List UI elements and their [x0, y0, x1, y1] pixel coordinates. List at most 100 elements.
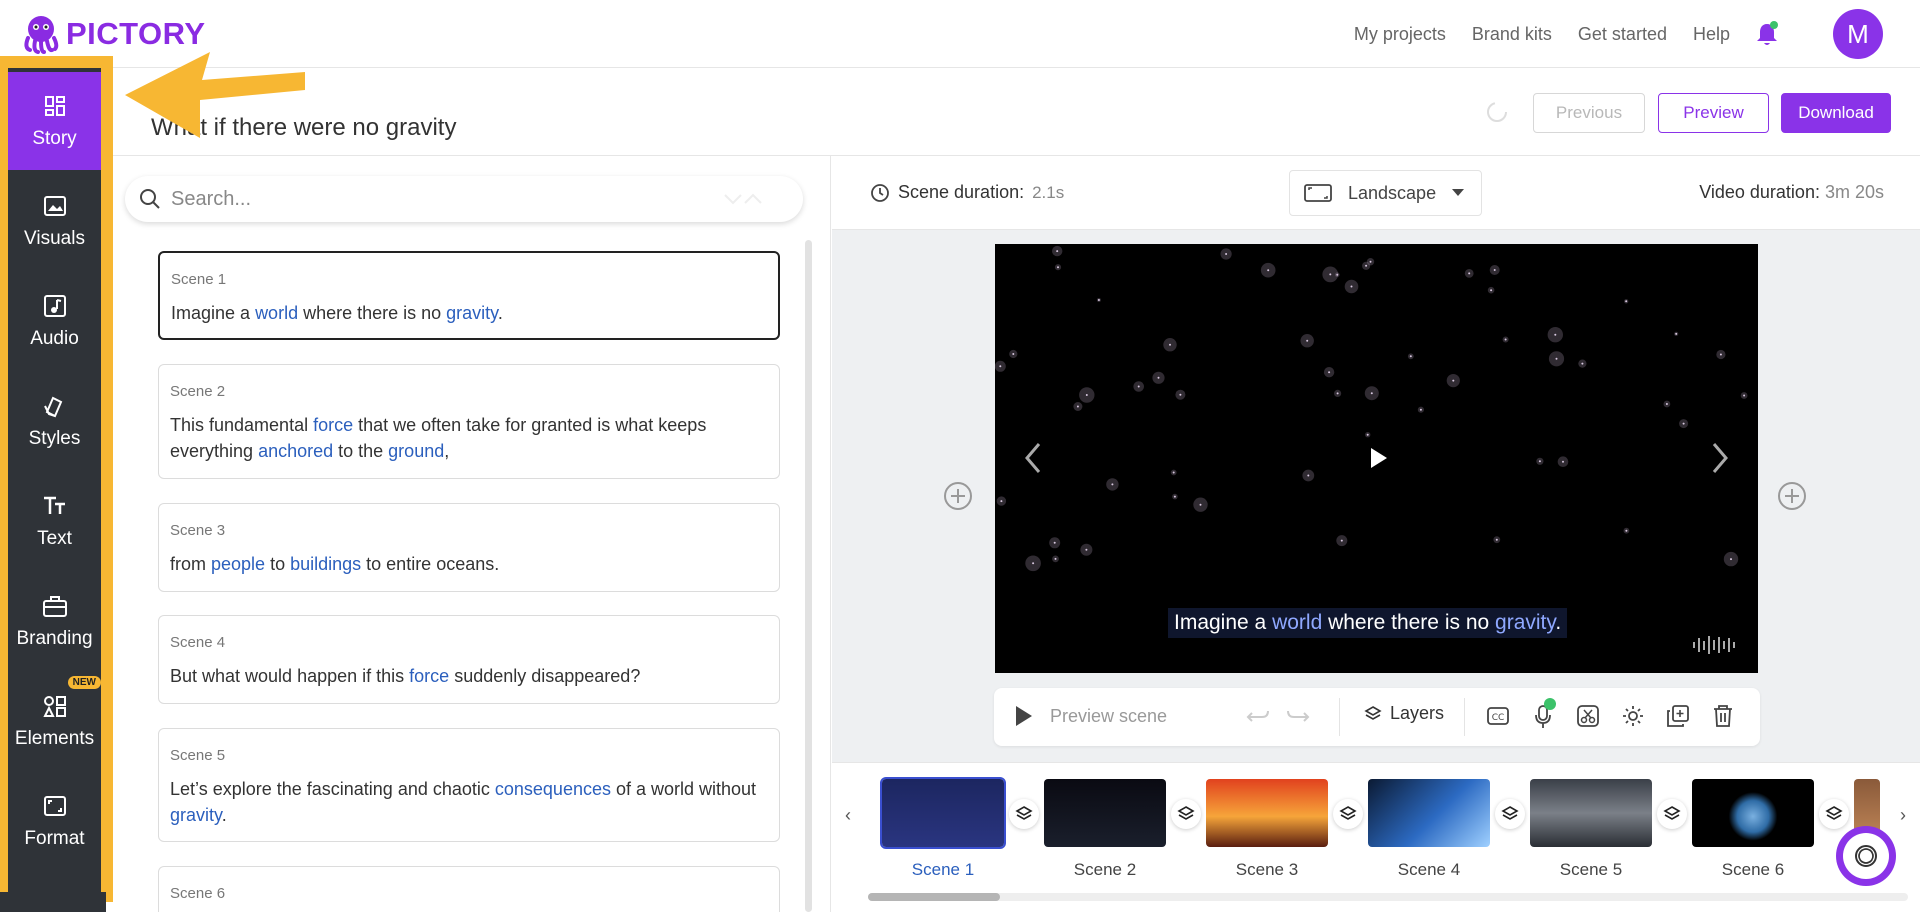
chevron-right-icon[interactable]	[1704, 440, 1734, 476]
timeline-scrollbar[interactable]	[868, 893, 1908, 901]
timeline-prev-icon[interactable]: ‹	[845, 805, 851, 826]
app-root: PICTORY My projects Brand kits Get start…	[0, 0, 1920, 912]
sidebar-item-text[interactable]: Text	[8, 472, 101, 570]
sidebar-item-styles[interactable]: Styles	[8, 372, 101, 470]
layers-icon	[1015, 806, 1033, 820]
preview-scene-button[interactable]: Preview scene	[1010, 703, 1167, 729]
scissors-icon[interactable]	[1575, 703, 1601, 729]
gear-icon[interactable]	[1620, 703, 1646, 729]
timeline-scene-label[interactable]: Scene 6	[1692, 860, 1814, 880]
nav-get-started[interactable]: Get started	[1578, 24, 1667, 45]
timeline-scene-label[interactable]: Scene 2	[1044, 860, 1166, 880]
video-duration-value: 3m 20s	[1824, 182, 1884, 202]
timeline-scene-label[interactable]: Scene 1	[882, 860, 1004, 880]
timeline-thumbnail[interactable]	[1044, 779, 1166, 847]
text-segment: to the	[333, 441, 389, 461]
nav-my-projects[interactable]: My projects	[1354, 24, 1446, 45]
keyword-highlight[interactable]: gravity	[170, 805, 222, 825]
keyword-highlight[interactable]: world	[1272, 611, 1322, 634]
nav-help[interactable]: Help	[1693, 24, 1730, 45]
redo-icon[interactable]	[1284, 703, 1312, 729]
editor-header: Scene duration: 2.1s Landscape Video dur…	[832, 156, 1920, 230]
scene-card[interactable]: Scene 6	[158, 866, 780, 912]
scene-card[interactable]: Scene 4 But what would happen if this fo…	[158, 615, 780, 704]
transition-button[interactable]	[1009, 799, 1039, 829]
closed-captions-icon[interactable]: CC	[1485, 703, 1511, 729]
keyword-highlight[interactable]: force	[409, 666, 449, 686]
octopus-logo-icon	[24, 16, 59, 54]
duplicate-icon[interactable]	[1665, 703, 1691, 729]
bell-icon[interactable]	[1754, 20, 1780, 48]
keyword-highlight[interactable]: people	[211, 554, 265, 574]
trash-icon[interactable]	[1710, 703, 1736, 729]
transition-button[interactable]	[1333, 799, 1363, 829]
scene-text[interactable]: Let’s explore the fascinating and chaoti…	[170, 776, 768, 828]
sidebar-item-visuals[interactable]: Visuals	[8, 172, 101, 270]
preview-button[interactable]: Preview	[1658, 93, 1769, 133]
scene-text[interactable]: Imagine a world where there is no gravit…	[171, 300, 767, 326]
transition-button[interactable]	[1657, 799, 1687, 829]
text-segment: ,	[444, 441, 450, 461]
transition-button[interactable]	[1171, 799, 1201, 829]
timeline-thumbnail[interactable]	[880, 777, 1006, 849]
transition-button[interactable]	[1819, 799, 1849, 829]
timeline-thumbnail[interactable]	[1206, 779, 1328, 847]
scene-card[interactable]: Scene 2 This fundamental force that we o…	[158, 364, 780, 479]
user-avatar[interactable]: M	[1833, 9, 1883, 59]
text-segment: to entire oceans.	[361, 554, 500, 574]
sidebar-item-elements[interactable]: NEW Elements	[8, 672, 101, 770]
keyword-highlight[interactable]: force	[313, 415, 353, 435]
keyword-highlight[interactable]: gravity	[446, 303, 498, 323]
ai-assistant-button[interactable]	[1836, 826, 1896, 886]
chevron-left-icon[interactable]	[1019, 440, 1049, 476]
nav-brand-kits[interactable]: Brand kits	[1472, 24, 1552, 45]
keyword-highlight[interactable]: gravity	[1495, 611, 1555, 634]
collapse-icon[interactable]	[723, 192, 763, 206]
script-panel: Scene 1 Imagine a world where there is n…	[113, 156, 831, 912]
timeline-thumbnail[interactable]	[1692, 779, 1814, 847]
timeline-scene-label[interactable]: Scene 3	[1206, 860, 1328, 880]
add-scene-before-icon[interactable]	[942, 480, 974, 512]
timeline-scene-label[interactable]: Scene 4	[1368, 860, 1490, 880]
sidebar-item-audio[interactable]: Audio	[8, 272, 101, 370]
annotation-arrow-icon	[125, 52, 305, 138]
previous-button[interactable]: Previous	[1533, 93, 1645, 133]
transition-button[interactable]	[1495, 799, 1525, 829]
scene-text[interactable]: from people to buildings to entire ocean…	[170, 551, 768, 577]
text-segment: Let’s explore the fascinating and chaoti…	[170, 779, 495, 799]
search-input[interactable]	[171, 187, 731, 211]
timeline-next-icon[interactable]: ›	[1900, 805, 1906, 826]
undo-icon[interactable]	[1244, 703, 1272, 729]
keyword-highlight[interactable]: buildings	[290, 554, 361, 574]
timeline-scroll-thumb[interactable]	[868, 893, 1000, 901]
text-segment: of a world without	[610, 779, 757, 799]
add-scene-after-icon[interactable]	[1776, 480, 1808, 512]
scene-card[interactable]: Scene 3 from people to buildings to enti…	[158, 503, 780, 592]
scene-card[interactable]: Scene 1 Imagine a world where there is n…	[158, 251, 780, 340]
sync-icon	[1487, 102, 1507, 122]
script-scrollbar[interactable]	[805, 240, 812, 912]
download-button[interactable]: Download	[1781, 93, 1891, 133]
timeline-thumbnail[interactable]	[1530, 779, 1652, 847]
sidebar-item-format[interactable]: Format	[8, 772, 101, 870]
video-preview-player[interactable]: Imagine a world where there is no gravit…	[995, 244, 1758, 673]
keyword-highlight[interactable]: ground	[388, 441, 444, 461]
keyword-highlight[interactable]: anchored	[258, 441, 333, 461]
layers-button[interactable]: Layers	[1364, 703, 1444, 724]
ai-voiceover-icon[interactable]	[1530, 698, 1556, 730]
scene-text[interactable]: But what would happen if this force sudd…	[170, 663, 768, 689]
keyword-highlight[interactable]: consequences	[495, 779, 611, 799]
clock-icon	[871, 183, 889, 202]
scene-card[interactable]: Scene 5 Let’s explore the fascinating an…	[158, 728, 780, 842]
sidebar-item-story[interactable]: Story	[8, 72, 101, 170]
timeline-scene-label[interactable]: Scene 5	[1530, 860, 1652, 880]
scene-label: Scene 4	[170, 634, 226, 651]
orientation-dropdown[interactable]: Landscape	[1289, 170, 1482, 216]
keyword-highlight[interactable]: world	[255, 303, 298, 323]
timeline-thumbnail[interactable]	[1368, 779, 1490, 847]
sidebar-item-branding[interactable]: Branding	[8, 572, 101, 670]
text-segment: .	[221, 805, 227, 825]
scene-text[interactable]: This fundamental force that we often tak…	[170, 412, 768, 464]
svg-text:CC: CC	[1492, 713, 1505, 723]
play-icon[interactable]	[1367, 446, 1389, 470]
